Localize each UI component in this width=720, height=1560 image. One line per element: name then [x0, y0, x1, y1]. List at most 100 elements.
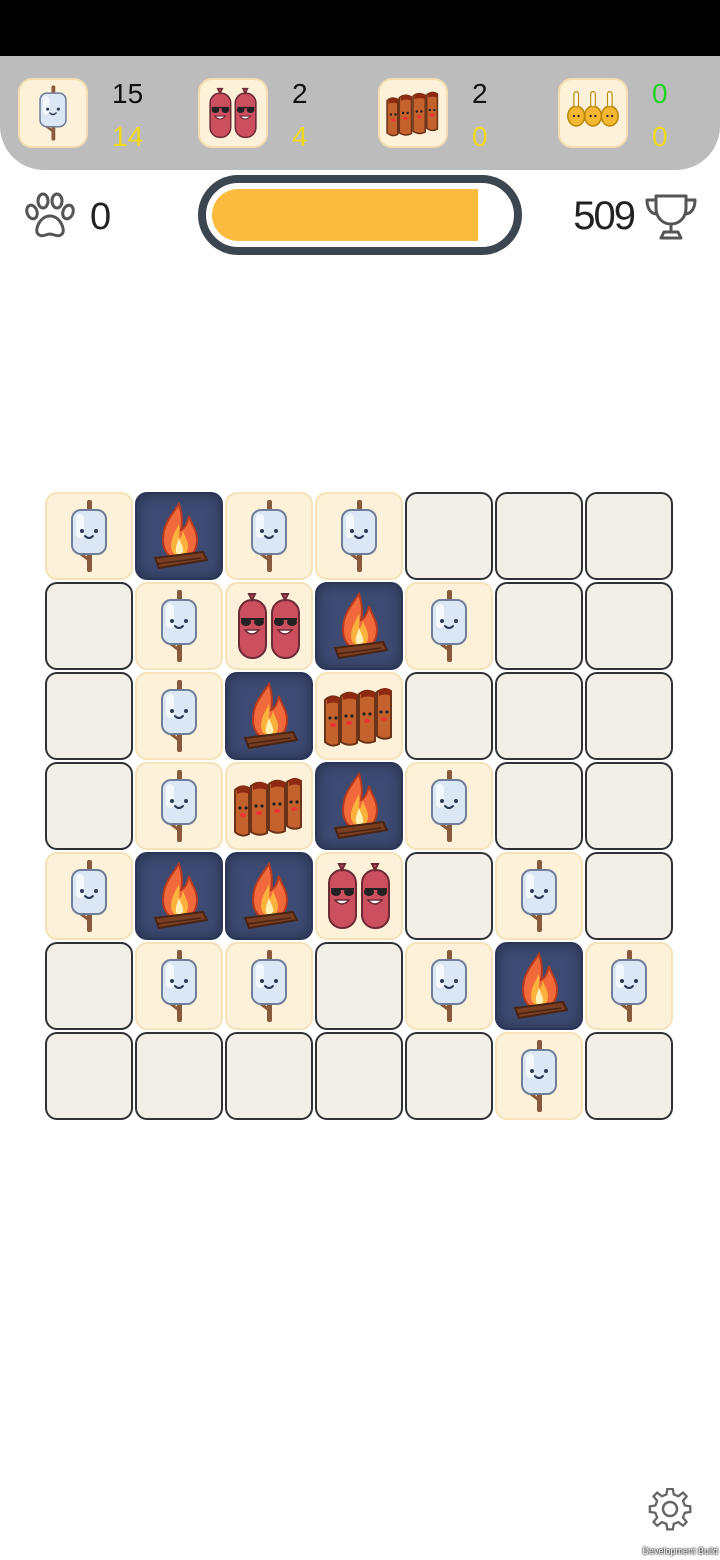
fire-icon	[153, 501, 209, 570]
empty-tile[interactable]	[585, 1032, 673, 1120]
marshmallow-icon	[341, 500, 377, 572]
settings-gear-icon[interactable]	[648, 1488, 692, 1532]
empty-tile[interactable]	[405, 672, 493, 760]
empty-tile[interactable]	[225, 1032, 313, 1120]
goal-current: 0	[472, 121, 488, 152]
empty-tile[interactable]	[135, 1032, 223, 1120]
empty-tile[interactable]	[405, 852, 493, 940]
marshmallow-icon	[521, 1040, 557, 1112]
empty-tile[interactable]	[495, 492, 583, 580]
goals-panel: 15 14 2 4 2 0 0 0	[0, 56, 720, 170]
marshmallow-tile[interactable]	[495, 1032, 583, 1120]
empty-tile[interactable]	[495, 762, 583, 850]
ribs-icon	[234, 778, 302, 837]
ribs-tile[interactable]	[225, 762, 313, 850]
drumstick-icon	[558, 78, 628, 148]
marshmallow-tile[interactable]	[405, 762, 493, 850]
marshmallow-tile[interactable]	[135, 942, 223, 1030]
goal-drumstick: 0 0	[558, 78, 720, 152]
fire-tile[interactable]	[225, 672, 313, 760]
marshmallow-tile[interactable]	[135, 582, 223, 670]
status-bar	[0, 0, 720, 56]
goal-current: 14	[112, 121, 144, 152]
marshmallow-tile[interactable]	[135, 672, 223, 760]
score-value: 509	[573, 194, 636, 238]
goal-target: 0	[652, 78, 668, 109]
fire-icon	[333, 591, 389, 660]
empty-tile[interactable]	[495, 672, 583, 760]
sausage-icon	[238, 593, 300, 659]
empty-tile[interactable]	[45, 582, 133, 670]
goal-target: 2	[292, 78, 308, 109]
goal-target: 2	[472, 78, 488, 109]
fire-icon	[333, 771, 389, 840]
marshmallow-tile[interactable]	[495, 852, 583, 940]
ribs-tile[interactable]	[315, 672, 403, 760]
marshmallow-icon	[431, 590, 467, 662]
marshmallow-tile[interactable]	[225, 492, 313, 580]
marshmallow-icon	[18, 78, 88, 148]
fire-tile[interactable]	[315, 582, 403, 670]
fire-icon	[153, 861, 209, 930]
empty-tile[interactable]	[45, 672, 133, 760]
marshmallow-tile[interactable]	[405, 942, 493, 1030]
marshmallow-tile[interactable]	[225, 942, 313, 1030]
fire-icon	[243, 861, 299, 930]
score-progress-fill	[212, 189, 478, 241]
empty-tile[interactable]	[405, 1032, 493, 1120]
marshmallow-icon	[251, 950, 287, 1022]
marshmallow-tile[interactable]	[45, 492, 133, 580]
marshmallow-icon	[161, 950, 197, 1022]
empty-tile[interactable]	[315, 942, 403, 1030]
goal-current: 0	[652, 121, 668, 152]
fire-tile[interactable]	[135, 492, 223, 580]
empty-tile[interactable]	[405, 492, 493, 580]
paw-icon	[25, 192, 75, 238]
ribs-icon	[378, 78, 448, 148]
empty-tile[interactable]	[45, 1032, 133, 1120]
empty-tile[interactable]	[585, 762, 673, 850]
marshmallow-icon	[161, 680, 197, 752]
empty-tile[interactable]	[315, 1032, 403, 1120]
sausage-tile[interactable]	[225, 582, 313, 670]
marshmallow-icon	[431, 950, 467, 1022]
empty-tile[interactable]	[495, 582, 583, 670]
fire-tile[interactable]	[315, 762, 403, 850]
goal-ribs: 2 0	[378, 78, 548, 152]
marshmallow-tile[interactable]	[585, 942, 673, 1030]
fire-tile[interactable]	[225, 852, 313, 940]
moves-counter: 0	[90, 196, 112, 238]
marshmallow-icon	[251, 500, 287, 572]
marshmallow-icon	[161, 770, 197, 842]
sausage-tile[interactable]	[315, 852, 403, 940]
marshmallow-icon	[611, 950, 647, 1022]
empty-tile[interactable]	[585, 672, 673, 760]
goal-target: 15	[112, 78, 144, 109]
game-board	[45, 492, 675, 1122]
empty-tile[interactable]	[45, 942, 133, 1030]
fire-tile[interactable]	[495, 942, 583, 1030]
marshmallow-tile[interactable]	[45, 852, 133, 940]
marshmallow-icon	[431, 770, 467, 842]
marshmallow-icon	[161, 590, 197, 662]
marshmallow-icon	[71, 860, 107, 932]
marshmallow-tile[interactable]	[405, 582, 493, 670]
empty-tile[interactable]	[585, 582, 673, 670]
fire-icon	[513, 951, 569, 1020]
development-build-label: Development Build	[642, 1546, 718, 1556]
empty-tile[interactable]	[45, 762, 133, 850]
empty-tile[interactable]	[585, 492, 673, 580]
fire-tile[interactable]	[135, 852, 223, 940]
marshmallow-tile[interactable]	[315, 492, 403, 580]
goal-sausage: 2 4	[198, 78, 368, 152]
goal-current: 4	[292, 121, 308, 152]
marshmallow-icon	[521, 860, 557, 932]
sausage-icon	[198, 78, 268, 148]
trophy-icon	[645, 194, 697, 240]
empty-tile[interactable]	[585, 852, 673, 940]
marshmallow-icon	[71, 500, 107, 572]
sausage-icon	[328, 863, 390, 929]
marshmallow-tile[interactable]	[135, 762, 223, 850]
fire-icon	[243, 681, 299, 750]
score-progress-bar	[198, 175, 522, 255]
